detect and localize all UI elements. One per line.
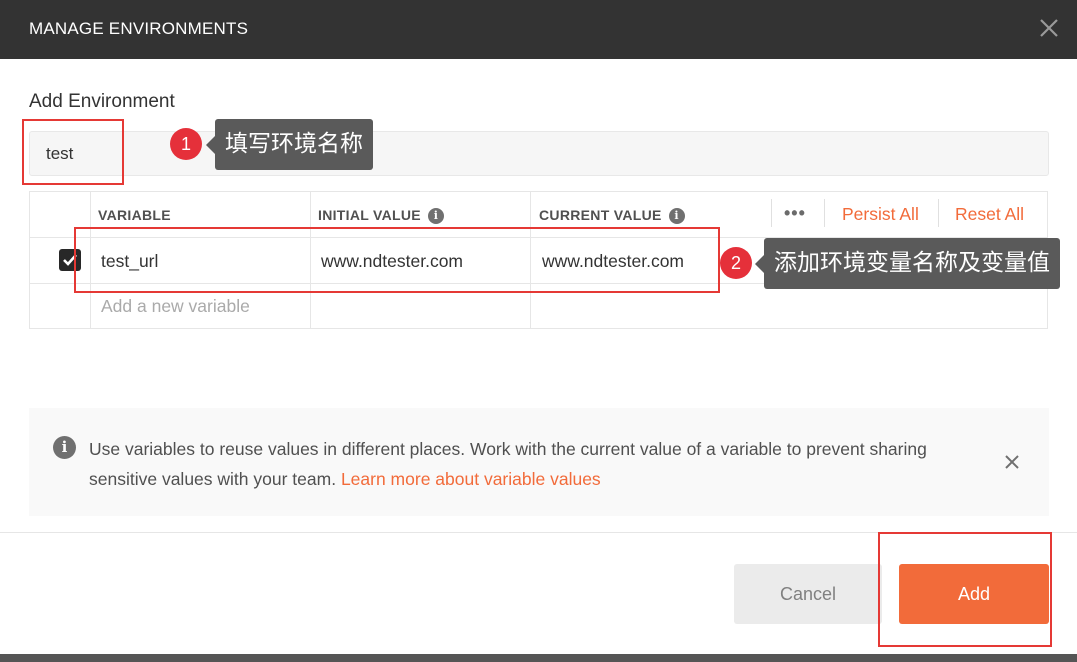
toolbar-divider	[771, 199, 772, 227]
header-checkbox-cell	[30, 192, 91, 238]
add-button[interactable]: Add	[899, 564, 1049, 624]
info-icon: i	[53, 436, 76, 459]
info-icon[interactable]: i	[427, 208, 444, 225]
cancel-button[interactable]: Cancel	[734, 564, 882, 624]
footer-divider	[0, 532, 1077, 533]
toolbar-divider	[938, 199, 939, 227]
step-badge-2: 2	[720, 247, 752, 279]
new-variable-placeholder: Add a new variable	[101, 296, 250, 316]
info-icon[interactable]: i	[668, 208, 685, 225]
row-initial-cell[interactable]: www.ndtester.com	[311, 238, 531, 284]
column-header-current-value: CURRENT VALUE	[539, 207, 662, 223]
column-header-initial-value: INITIAL VALUE	[318, 207, 421, 223]
modal-header: MANAGE ENVIRONMENTS	[0, 0, 1077, 59]
learn-more-link[interactable]: Learn more about variable values	[341, 469, 601, 489]
add-environment-label: Add Environment	[29, 91, 175, 112]
toolbar-divider	[824, 199, 825, 227]
bottom-edge	[0, 654, 1077, 662]
new-current-cell[interactable]	[531, 284, 1047, 329]
column-header-current-value-wrap: CURRENT VALUE i	[539, 207, 685, 225]
new-row-checkbox-cell	[30, 284, 91, 329]
info-banner: i Use variables to reuse values in diffe…	[29, 408, 1049, 516]
initial-value: www.ndtester.com	[321, 251, 463, 271]
reset-all-button[interactable]: Reset All	[955, 204, 1024, 225]
new-initial-cell[interactable]	[311, 284, 531, 329]
column-header-variable: VARIABLE	[98, 207, 171, 223]
current-value: www.ndtester.com	[542, 251, 684, 271]
new-variable-cell[interactable]: Add a new variable	[91, 284, 311, 329]
row-variable-cell[interactable]: test_url	[91, 238, 311, 284]
column-header-initial-value-wrap: INITIAL VALUE i	[318, 207, 444, 225]
close-icon[interactable]	[1037, 16, 1061, 40]
checkmark-icon	[63, 254, 77, 266]
step-2-tooltip: 添加环境变量名称及变量值	[755, 238, 1060, 289]
variable-name: test_url	[101, 251, 159, 271]
step-badge-1: 1	[170, 128, 202, 160]
more-options-icon[interactable]: •••	[784, 203, 806, 224]
dismiss-icon[interactable]	[1003, 453, 1021, 471]
header-initial-cell: INITIAL VALUE i	[311, 192, 531, 238]
step-1-tooltip: 填写环境名称	[206, 119, 373, 170]
header-variable-cell: VARIABLE	[91, 192, 311, 238]
persist-all-button[interactable]: Persist All	[842, 204, 919, 225]
info-text: Use variables to reuse values in differe…	[89, 434, 969, 494]
manage-environments-modal: MANAGE ENVIRONMENTS Add Environment 1 填写…	[0, 0, 1077, 662]
modal-title: MANAGE ENVIRONMENTS	[29, 19, 249, 38]
row-enabled-checkbox[interactable]	[59, 249, 81, 271]
